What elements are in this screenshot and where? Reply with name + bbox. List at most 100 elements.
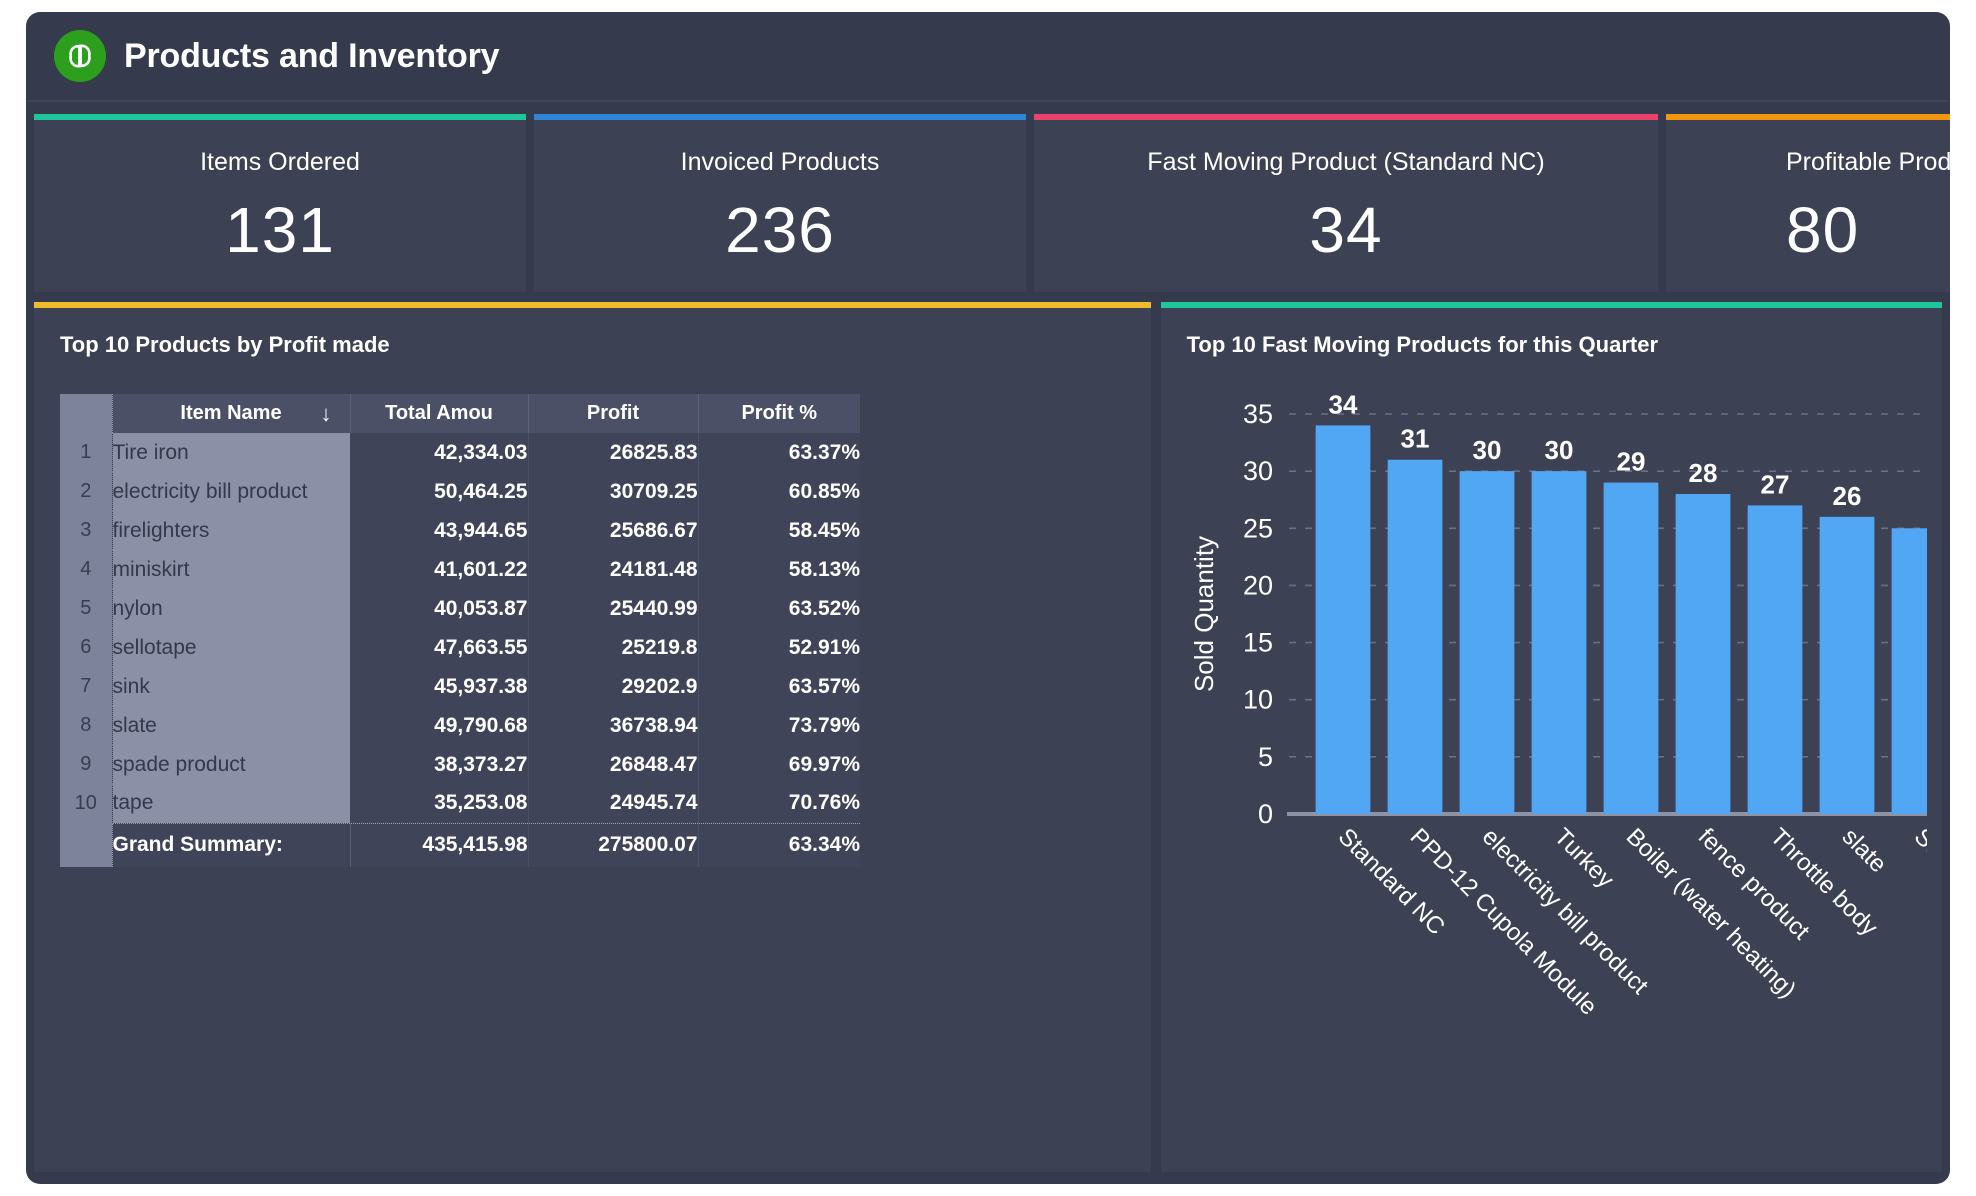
y-axis-tick-label: 30 xyxy=(1243,456,1273,486)
cell-profit: 25686.67 xyxy=(528,511,698,550)
panel-title: Top 10 Fast Moving Products for this Qua… xyxy=(1187,332,1916,358)
y-axis-title: Sold Quantity xyxy=(1189,536,1219,692)
summary-label: Grand Summary: xyxy=(112,823,350,867)
sort-descending-arrow-icon[interactable]: ↓ xyxy=(321,403,332,425)
bar-value-label: 26 xyxy=(1832,481,1861,511)
cell-profit: 24181.48 xyxy=(528,550,698,589)
y-axis-tick-label: 25 xyxy=(1243,513,1273,543)
cell-total-amount: 38,373.27 xyxy=(350,745,528,784)
summary-profit-pct: 63.34% xyxy=(698,823,860,867)
kpi-value: 80 xyxy=(1786,193,1950,267)
bar-value-label: 30 xyxy=(1472,435,1501,465)
kpi-accent-bar xyxy=(1666,114,1950,120)
bar[interactable] xyxy=(1819,517,1874,814)
table-row[interactable]: 1 Tire iron 42,334.03 26825.83 63.37% xyxy=(60,433,860,472)
panel-accent-bar xyxy=(1161,302,1942,308)
cell-item-name: firelighters xyxy=(112,511,350,550)
kpi-value: 236 xyxy=(534,193,1026,267)
cell-item-name: sellotape xyxy=(112,628,350,667)
dashboard-header: Products and Inventory xyxy=(26,12,1950,100)
bar-value-label: 34 xyxy=(1328,389,1357,419)
table-body: 1 Tire iron 42,334.03 26825.83 63.37% 2 … xyxy=(60,433,860,867)
row-number-header xyxy=(60,394,112,433)
cell-total-amount: 42,334.03 xyxy=(350,433,528,472)
table-row[interactable]: 4 miniskirt 41,601.22 24181.48 58.13% xyxy=(60,550,860,589)
bar[interactable] xyxy=(1891,528,1926,814)
cell-item-name: nylon xyxy=(112,589,350,628)
panel-title: Top 10 Products by Profit made xyxy=(60,332,1125,358)
kpi-accent-bar xyxy=(534,114,1026,120)
bar[interactable] xyxy=(1315,425,1370,814)
kpi-card-row: Items Ordered 131 Invoiced Products 236 … xyxy=(26,102,1950,292)
kpi-label: Fast Moving Product (Standard NC) xyxy=(1034,148,1658,177)
cell-total-amount: 43,944.65 xyxy=(350,511,528,550)
y-axis-tick-label: 20 xyxy=(1243,570,1273,600)
column-header-profit-pct[interactable]: Profit % xyxy=(698,394,860,433)
table-header: Item Name ↓ Total Amou Profit Profit % xyxy=(60,394,860,433)
cell-total-amount: 45,937.38 xyxy=(350,667,528,706)
table-row[interactable]: 9 spade product 38,373.27 26848.47 69.97… xyxy=(60,745,860,784)
row-number: 5 xyxy=(60,589,112,628)
cell-profit: 29202.9 xyxy=(528,667,698,706)
bar-value-label: 28 xyxy=(1688,458,1717,488)
table-row[interactable]: 7 sink 45,937.38 29202.9 63.57% xyxy=(60,667,860,706)
dashboard-root: Products and Inventory Items Ordered 131… xyxy=(26,12,1950,1184)
bar-value-label: 29 xyxy=(1616,447,1645,477)
bar[interactable] xyxy=(1675,494,1730,814)
cell-profit-pct: 63.52% xyxy=(698,589,860,628)
column-header-label: Item Name xyxy=(180,402,281,424)
bar-value-label: 27 xyxy=(1760,469,1789,499)
cell-total-amount: 49,790.68 xyxy=(350,706,528,745)
kpi-card-fast-moving-product[interactable]: Fast Moving Product (Standard NC) 34 xyxy=(1034,114,1658,292)
table-row[interactable]: 8 slate 49,790.68 36738.94 73.79% xyxy=(60,706,860,745)
column-header-total-amount[interactable]: Total Amou xyxy=(350,394,528,433)
table-row[interactable]: 5 nylon 40,053.87 25440.99 63.52% xyxy=(60,589,860,628)
kpi-card-invoiced-products[interactable]: Invoiced Products 236 xyxy=(534,114,1026,292)
table-row[interactable]: 2 electricity bill product 50,464.25 307… xyxy=(60,472,860,511)
y-axis-tick-label: 10 xyxy=(1243,685,1273,715)
row-number: 6 xyxy=(60,628,112,667)
table-row[interactable]: 6 sellotape 47,663.55 25219.8 52.91% xyxy=(60,628,860,667)
cell-profit-pct: 60.85% xyxy=(698,472,860,511)
row-number: 10 xyxy=(60,784,112,823)
bar-chart-svg: 05101520253035Sold Quantity34Standard NC… xyxy=(1187,384,1927,1124)
bar[interactable] xyxy=(1531,471,1586,814)
kpi-value: 131 xyxy=(34,193,526,267)
cell-profit: 36738.94 xyxy=(528,706,698,745)
cell-item-name: Tire iron xyxy=(112,433,350,472)
cell-profit: 26848.47 xyxy=(528,745,698,784)
row-number: 1 xyxy=(60,433,112,472)
column-header-profit[interactable]: Profit xyxy=(528,394,698,433)
panel-accent-bar xyxy=(34,302,1151,308)
table-row[interactable]: 3 firelighters 43,944.65 25686.67 58.45% xyxy=(60,511,860,550)
summary-profit: 275800.07 xyxy=(528,823,698,867)
kpi-label: Invoiced Products xyxy=(534,148,1026,177)
cell-total-amount: 41,601.22 xyxy=(350,550,528,589)
cell-profit: 30709.25 xyxy=(528,472,698,511)
bar[interactable] xyxy=(1603,483,1658,814)
bar[interactable] xyxy=(1747,505,1802,814)
kpi-accent-bar xyxy=(1034,114,1658,120)
column-header-item-name[interactable]: Item Name ↓ xyxy=(112,394,350,433)
y-axis-tick-label: 35 xyxy=(1243,399,1273,429)
bar[interactable] xyxy=(1459,471,1514,814)
kpi-card-items-ordered[interactable]: Items Ordered 131 xyxy=(34,114,526,292)
kpi-card-profitable-product[interactable]: Profitable Prod 80 xyxy=(1666,114,1950,292)
summary-total-amount: 435,415.98 xyxy=(350,823,528,867)
row-number: 2 xyxy=(60,472,112,511)
cell-item-name: slate xyxy=(112,706,350,745)
x-axis-tick-label: slate xyxy=(1836,823,1891,878)
sold-quantity-bar-chart: 05101520253035Sold Quantity34Standard NC… xyxy=(1187,384,1916,1144)
cell-profit-pct: 73.79% xyxy=(698,706,860,745)
cell-item-name: miniskirt xyxy=(112,550,350,589)
x-axis-tick-label: Suspe xyxy=(1908,823,1926,890)
panel-row: Top 10 Products by Profit made Item Name… xyxy=(26,292,1950,1172)
quickbooks-logo-icon xyxy=(54,30,106,82)
table-row[interactable]: 10 tape 35,253.08 24945.74 70.76% xyxy=(60,784,860,823)
x-axis-tick-label: Turkey xyxy=(1548,823,1618,893)
products-table-wrapper: Item Name ↓ Total Amou Profit Profit % 1… xyxy=(60,394,860,867)
cell-item-name: tape xyxy=(112,784,350,823)
bar[interactable] xyxy=(1387,460,1442,814)
y-axis-tick-label: 0 xyxy=(1258,799,1273,829)
cell-profit: 26825.83 xyxy=(528,433,698,472)
